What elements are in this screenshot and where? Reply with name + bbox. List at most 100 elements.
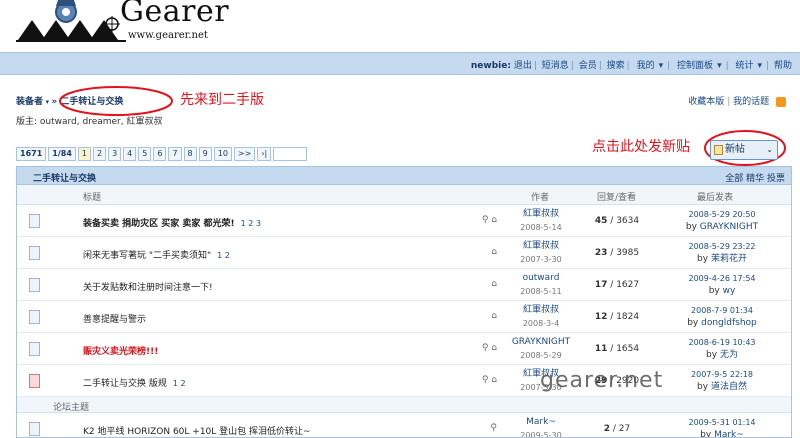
last-time: 2008-7-9 01:34: [691, 306, 753, 315]
topic-doc-icon: [29, 342, 40, 356]
topic-last-post[interactable]: 2008-5-29 23:22 by 茉莉花开: [667, 240, 777, 266]
topic-title-text: K2 地平线 HORIZON 60L +10L 登山包 挥泪低价转让~: [83, 427, 311, 437]
topic-views: 1824: [616, 312, 640, 322]
pager-page[interactable]: 6: [153, 147, 167, 161]
topic-title[interactable]: 装备买卖 捐助灾区 买家 卖家 都光荣! 1 2 3: [83, 216, 261, 229]
pager-jump-input[interactable]: [273, 147, 308, 161]
my-topics-link[interactable]: 我的话题: [733, 97, 769, 107]
pager-page[interactable]: 2: [92, 147, 107, 161]
favorite-link[interactable]: 收藏本版: [688, 97, 724, 107]
top-nav-bar: newbie: 退出 | 短消息 | 会员 | 搜索 | 我的 ▾ | 控制面板 ▾ | 统计 ▾…: [0, 52, 800, 75]
topic-views: 1627: [616, 280, 640, 290]
new-post-button[interactable]: 新帖 ⌄: [710, 140, 778, 160]
pager-last[interactable]: ›|: [257, 147, 272, 161]
pager-page-current[interactable]: 1: [77, 147, 91, 161]
pager-page[interactable]: 5: [138, 147, 152, 161]
logo-url-text: www.gearer.net: [128, 30, 208, 41]
topic-last-post[interactable]: 2008-6-19 10:43 by 无为: [667, 336, 777, 362]
topic-replies: 45: [594, 216, 608, 226]
last-by-user[interactable]: 无为: [720, 350, 738, 360]
nav-logout[interactable]: 退出: [514, 61, 532, 71]
topic-author[interactable]: GRAYKNIGHT 2008-5-29: [491, 336, 591, 362]
topic-title[interactable]: 赈灾义卖光荣榜!!!: [83, 344, 158, 357]
nav-divider: |: [533, 61, 537, 71]
topic-author[interactable]: 紅軍叔叔 2008-3-4: [491, 304, 591, 330]
nav-my[interactable]: 我的 ▾: [635, 61, 666, 71]
topic-pages[interactable]: 1 2 3: [241, 219, 261, 228]
table-row[interactable]: 赈灾义卖光荣榜!!! ⚲ ⌂ GRAYKNIGHT 2008-5-29 11 / …: [17, 333, 791, 365]
topic-title-text: 二手转让与交换 版规: [83, 379, 167, 389]
topic-doc-icon: [29, 246, 40, 260]
table-row[interactable]: 关于发贴数和注册时间注意一下! ⌂ outward 2008-5-11 17 / …: [17, 269, 791, 301]
pager-next[interactable]: >>: [233, 147, 256, 161]
topic-author-name: 紅軍叔叔: [522, 209, 559, 219]
table-row[interactable]: 装备买卖 捐助灾区 买家 卖家 都光荣! 1 2 3 ⚲ ⌂ 紅軍叔叔 2008-5…: [17, 205, 791, 237]
topic-last-post[interactable]: 2009-4-26 17:54 by wy: [667, 272, 777, 298]
topic-last-post[interactable]: 2009-5-31 01:14 by Mark~: [667, 416, 777, 438]
pager-page[interactable]: 3: [108, 147, 122, 161]
topic-date: 2008-3-4: [522, 319, 560, 328]
topic-replies: 12: [594, 312, 608, 322]
topic-views: 3985: [616, 248, 640, 258]
table-row[interactable]: 闲来无事写著玩 "二手买卖须知" 1 2 ⌂ 紅軍叔叔 2007-3-30 23 /…: [17, 237, 791, 269]
topic-title[interactable]: 闲来无事写著玩 "二手买卖须知" 1 2: [83, 248, 230, 261]
topic-author[interactable]: 紅軍叔叔 2008-5-14: [491, 208, 591, 234]
topic-pages[interactable]: 1 2: [217, 251, 230, 260]
table-row[interactable]: K2 地平线 HORIZON 60L +10L 登山包 挥泪低价转让~ ⚲ Ma…: [17, 413, 791, 438]
nav-members[interactable]: 会员: [579, 61, 597, 71]
table-row[interactable]: 二手转让与交换 版规 1 2 ⚲ ⌂ 紅軍叔叔 2007-3-30 29 / 292…: [17, 365, 791, 397]
pager-page[interactable]: 4: [123, 147, 137, 161]
topic-title[interactable]: 关于发贴数和注册时间注意一下!: [83, 280, 213, 293]
topic-filters[interactable]: 全部 精华 投票: [725, 171, 785, 184]
last-by-user[interactable]: GRAYKNIGHT: [700, 222, 758, 232]
topic-title[interactable]: 善意提醒与警示: [83, 312, 146, 325]
watermark: gearer.net: [540, 368, 664, 393]
nav-stats[interactable]: 统计 ▾: [734, 61, 765, 71]
nav-divider: |: [598, 61, 602, 71]
topic-pages[interactable]: 1 2: [173, 379, 186, 388]
last-by: by GRAYKNIGHT: [685, 222, 759, 232]
nav-control-panel[interactable]: 控制面板 ▾: [675, 61, 724, 71]
topic-title[interactable]: K2 地平线 HORIZON 60L +10L 登山包 挥泪低价转让~: [83, 424, 311, 437]
last-by-user[interactable]: 茉莉花开: [711, 254, 747, 264]
nav-help[interactable]: 帮助: [774, 61, 792, 71]
last-by: by wy: [708, 286, 736, 296]
pager-total: 1671: [16, 147, 47, 161]
topic-last-post[interactable]: 2008-7-9 01:34 by dongldfshop: [667, 304, 777, 330]
last-by-user[interactable]: 道法自然: [711, 382, 747, 392]
nav-search[interactable]: 搜索: [607, 61, 625, 71]
chevron-down-icon: ▾: [717, 61, 722, 71]
topic-replies: 17: [594, 280, 608, 290]
nav-my-label: 我的: [636, 61, 655, 71]
topic-author[interactable]: 紅軍叔叔 2007-3-30: [491, 240, 591, 266]
last-by-user[interactable]: dongldfshop: [701, 318, 757, 328]
topic-replies: 2: [603, 424, 611, 434]
topic-last-post[interactable]: 2007-9-5 22:18 by 道法自然: [667, 368, 777, 394]
topic-author[interactable]: Mark~ 2009-5-30: [491, 416, 591, 437]
table-row[interactable]: 善意提醒与警示 ⌂ 紅軍叔叔 2008-3-4 12 / 1824 2008-7-…: [17, 301, 791, 333]
topic-author-name: 紅軍叔叔: [522, 305, 559, 315]
username-label[interactable]: newbie:: [471, 61, 511, 71]
topic-last-post[interactable]: 2008-5-29 20:50 by GRAYKNIGHT: [667, 208, 777, 234]
forum-title: 二手转让与交换: [33, 174, 97, 184]
pager-page[interactable]: 8: [183, 147, 197, 161]
rss-icon[interactable]: [776, 96, 786, 107]
forum-header: 二手转让与交换 全部 精华 投票: [17, 167, 791, 185]
nav-messages[interactable]: 短消息: [542, 61, 569, 71]
col-replies: 回复/查看: [597, 193, 637, 203]
pager-page[interactable]: 10: [213, 147, 232, 161]
chevron-down-icon: ▾: [658, 61, 664, 71]
breadcrumb-parent[interactable]: 装备者: [16, 97, 43, 107]
last-by-user[interactable]: Mark~: [714, 430, 744, 437]
forum-right-links: 收藏本版 | 我的话题: [688, 94, 786, 107]
nav-divider: |: [626, 61, 630, 71]
pager-page[interactable]: 9: [198, 147, 212, 161]
last-by-user[interactable]: wy: [723, 286, 736, 296]
pager-page[interactable]: 7: [168, 147, 182, 161]
logo-brand-text: Gearer: [120, 0, 230, 29]
topic-title[interactable]: 二手转让与交换 版规 1 2: [83, 376, 186, 389]
topic-counts: 11 / 1654: [594, 344, 640, 354]
last-by: by Mark~: [700, 430, 744, 438]
site-logo[interactable]: Gearer www.gearer.net: [16, 0, 238, 46]
topic-author[interactable]: outward 2008-5-11: [491, 272, 591, 298]
